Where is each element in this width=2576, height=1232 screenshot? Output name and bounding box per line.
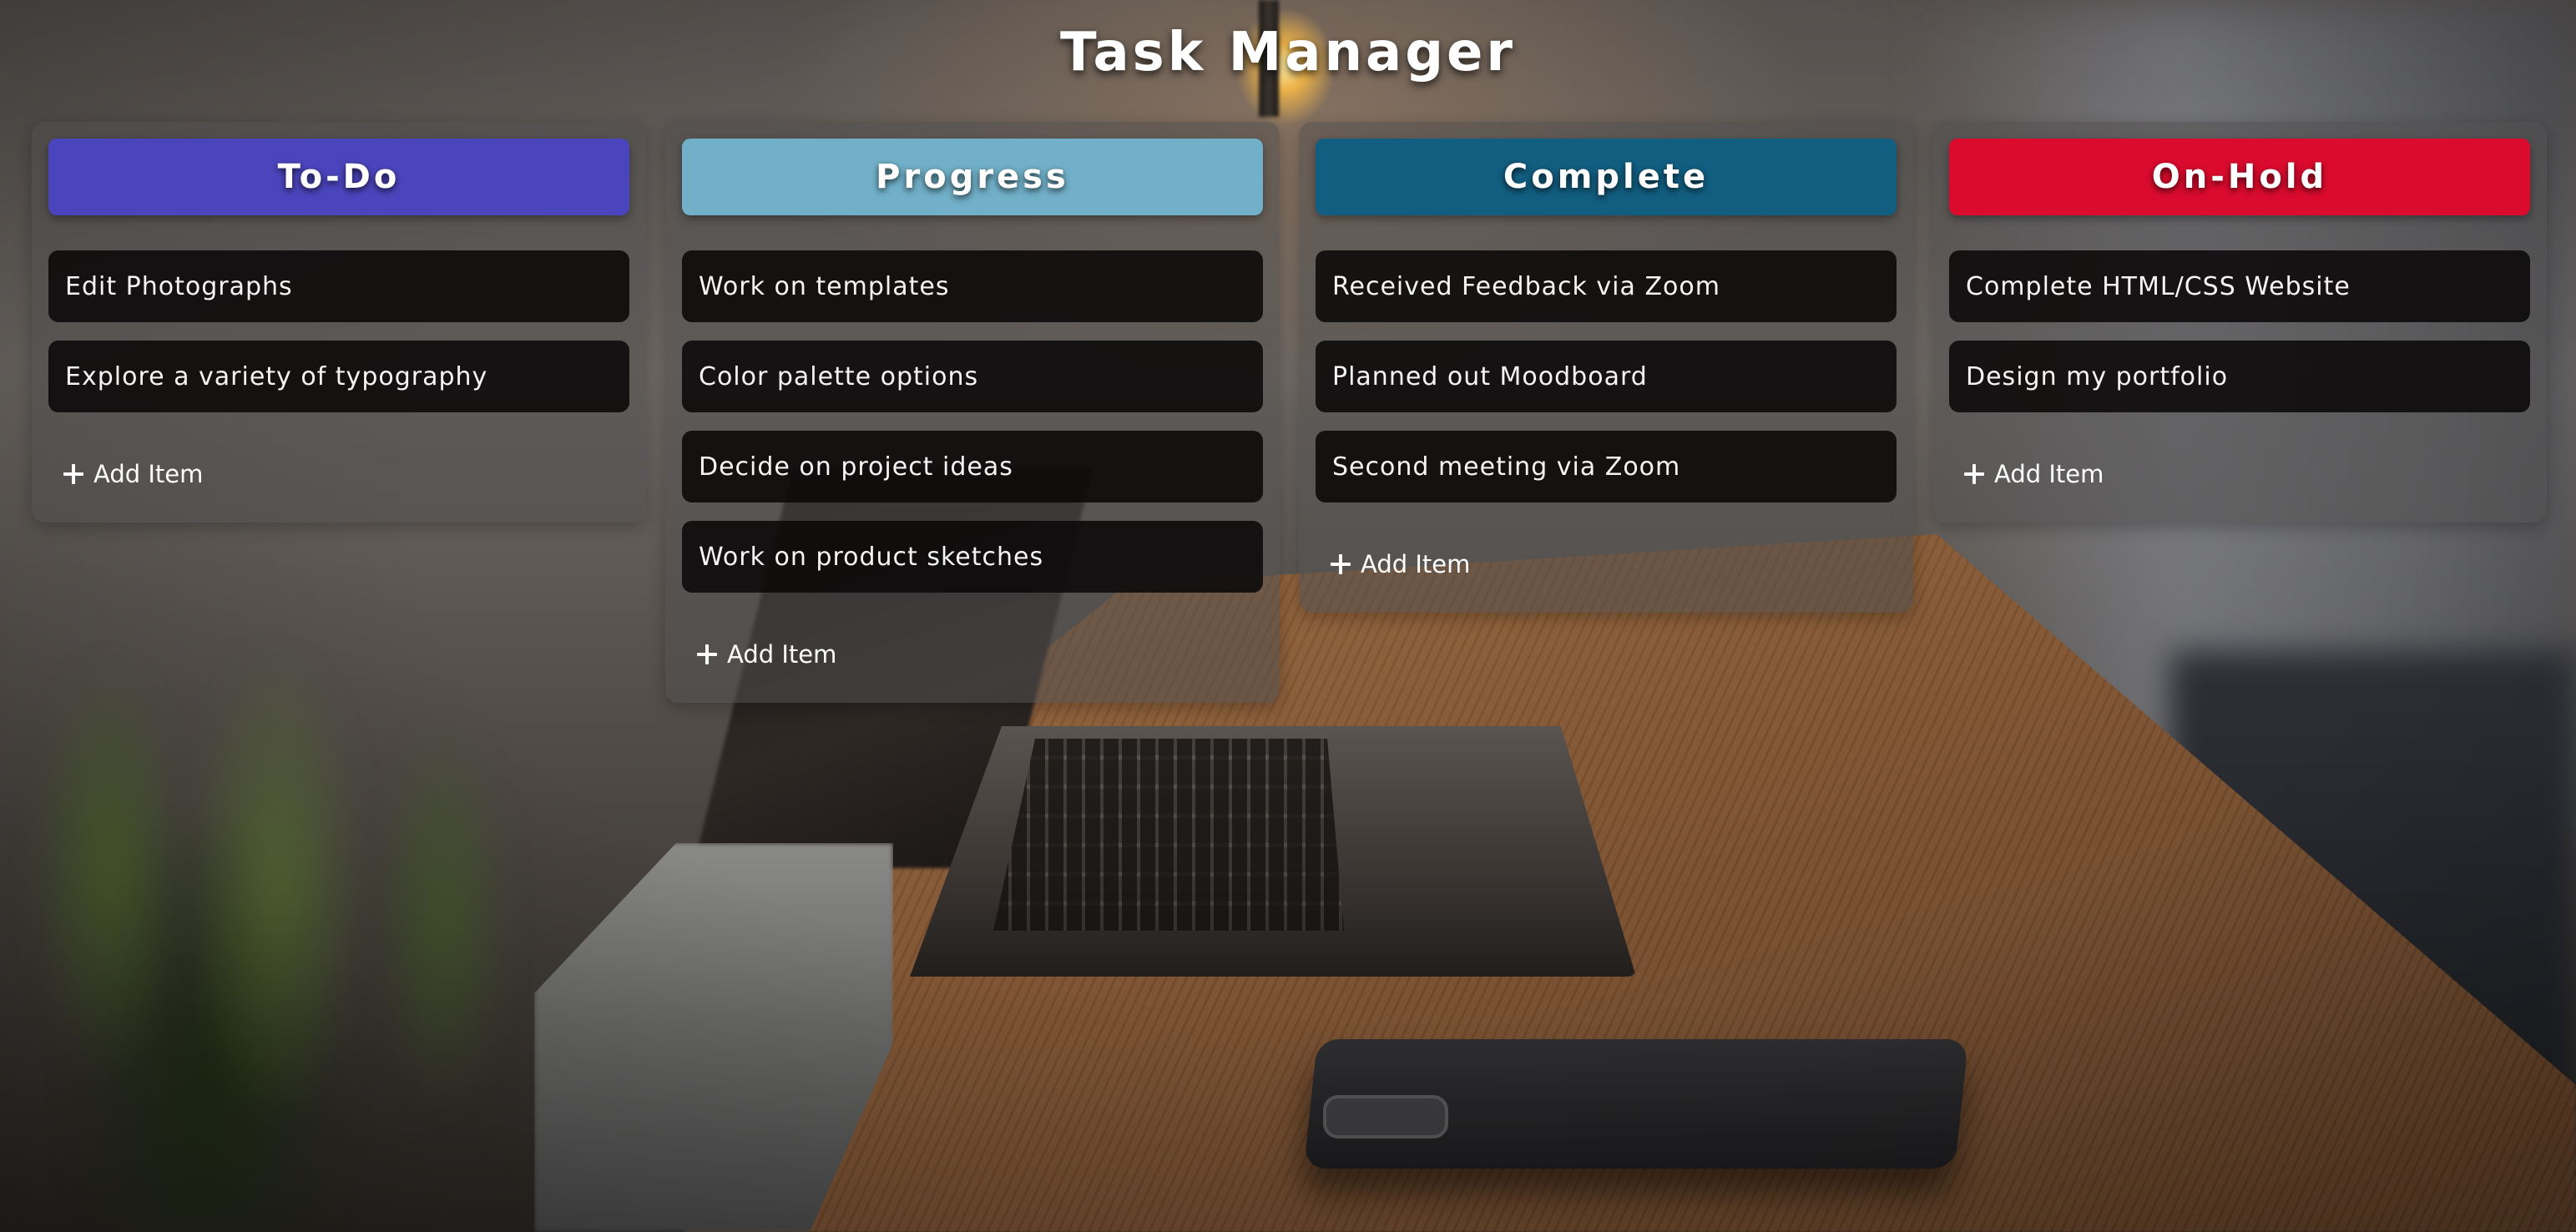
task-card[interactable]: Work on product sketches <box>682 521 1263 593</box>
add-item-label: Add Item <box>727 640 837 669</box>
column-progress: Progress Work on templates Color palette… <box>665 122 1280 703</box>
plus-icon <box>63 464 83 484</box>
task-card[interactable]: Work on templates <box>682 250 1263 322</box>
add-item-button-complete[interactable]: Add Item <box>1331 546 1470 583</box>
add-item-label: Add Item <box>1361 550 1471 578</box>
column-complete: Complete Received Feedback via Zoom Plan… <box>1299 122 1913 613</box>
task-card[interactable]: Second meeting via Zoom <box>1316 431 1897 502</box>
task-card[interactable]: Explore a variety of typography <box>48 341 629 412</box>
column-header-progress: Progress <box>682 139 1263 215</box>
task-card[interactable]: Received Feedback via Zoom <box>1316 250 1897 322</box>
plus-icon <box>1964 464 1984 484</box>
add-item-label: Add Item <box>93 460 204 488</box>
add-item-button-progress[interactable]: Add Item <box>697 636 836 673</box>
task-card[interactable]: Decide on project ideas <box>682 431 1263 502</box>
task-card[interactable]: Edit Photographs <box>48 250 629 322</box>
column-onhold: On-Hold Complete HTML/CSS Website Design… <box>1932 122 2547 523</box>
plus-icon <box>697 644 717 664</box>
add-item-label: Add Item <box>1994 460 2104 488</box>
add-item-button-todo[interactable]: Add Item <box>63 456 203 492</box>
column-todo: To-Do Edit Photographs Explore a variety… <box>32 122 646 523</box>
column-header-todo: To-Do <box>48 139 629 215</box>
add-item-button-onhold[interactable]: Add Item <box>1964 456 2104 492</box>
task-card[interactable]: Complete HTML/CSS Website <box>1949 250 2530 322</box>
task-card[interactable]: Planned out Moodboard <box>1316 341 1897 412</box>
task-card[interactable]: Design my portfolio <box>1949 341 2530 412</box>
column-header-complete: Complete <box>1316 139 1897 215</box>
plus-icon <box>1331 554 1351 574</box>
task-card[interactable]: Color palette options <box>682 341 1263 412</box>
task-board: To-Do Edit Photographs Explore a variety… <box>0 0 2576 1232</box>
column-header-onhold: On-Hold <box>1949 139 2530 215</box>
